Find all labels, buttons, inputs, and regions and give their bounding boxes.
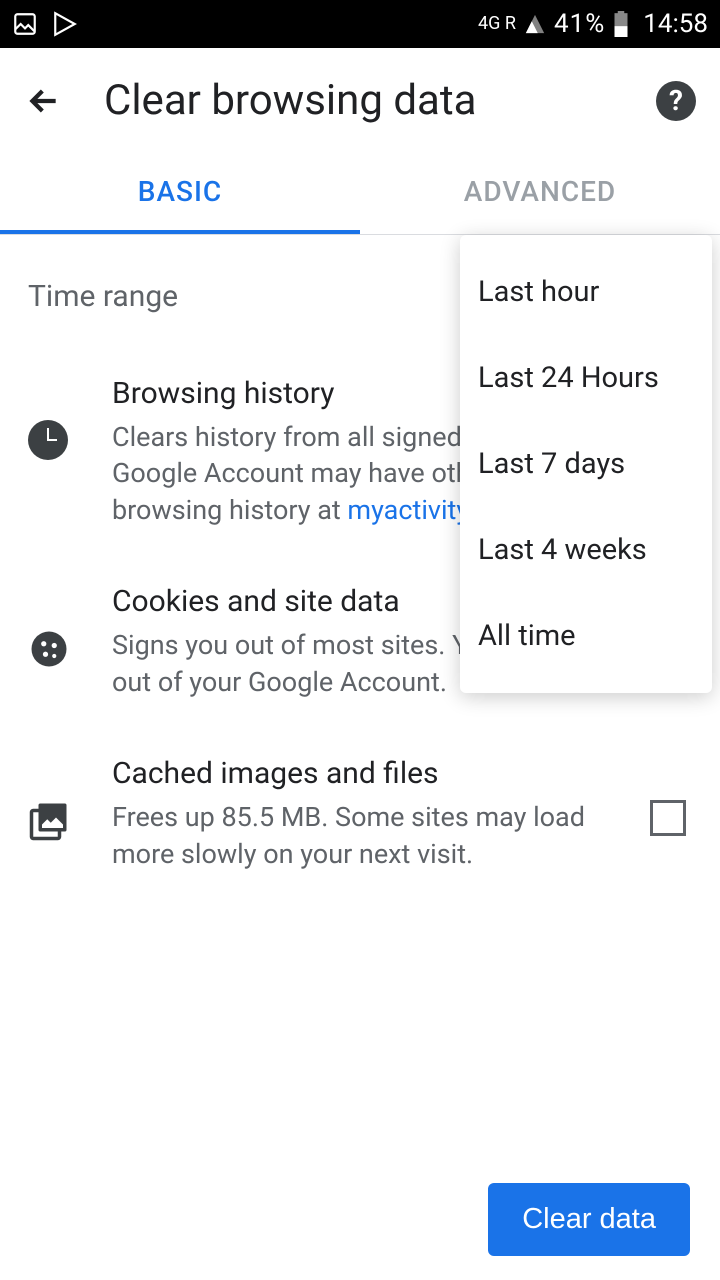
battery-icon — [613, 11, 629, 37]
dropdown-option[interactable]: Last 7 days — [460, 421, 712, 507]
tab-bar: BASIC ADVANCED — [0, 153, 720, 235]
content-area: Time range Browsing history Clears histo… — [0, 235, 720, 872]
gallery-icon — [12, 11, 38, 37]
footer: Clear data — [488, 1183, 690, 1256]
dropdown-option[interactable]: Last hour — [460, 249, 712, 335]
battery-percentage: 41% — [554, 9, 605, 39]
tab-advanced[interactable]: ADVANCED — [360, 153, 720, 234]
clear-data-button[interactable]: Clear data — [488, 1183, 690, 1256]
history-icon — [28, 420, 72, 464]
dropdown-option[interactable]: Last 4 weeks — [460, 507, 712, 593]
back-arrow-icon[interactable] — [24, 81, 64, 121]
signal-icon — [524, 13, 546, 35]
time-range-dropdown: Last hour Last 24 Hours Last 7 days Last… — [460, 235, 712, 693]
network-type: 4G R — [478, 15, 516, 33]
dropdown-option[interactable]: All time — [460, 593, 712, 679]
dropdown-option[interactable]: Last 24 Hours — [460, 335, 712, 421]
cookie-icon — [28, 628, 72, 672]
help-icon[interactable]: ? — [656, 81, 696, 121]
item-description: Frees up 85.5 MB. Some sites may load mo… — [112, 799, 610, 872]
image-stack-icon — [28, 800, 72, 844]
tab-basic[interactable]: BASIC — [0, 153, 360, 234]
play-store-icon — [52, 11, 78, 37]
status-bar: 4G R 41% 14:58 — [0, 0, 720, 48]
item-cached[interactable]: Cached images and files Frees up 85.5 MB… — [28, 748, 692, 872]
app-header: Clear browsing data ? — [0, 48, 720, 153]
item-title: Cached images and files — [112, 756, 610, 791]
cache-checkbox[interactable] — [650, 800, 686, 836]
page-title: Clear browsing data — [104, 76, 616, 125]
clock-time: 14:58 — [643, 9, 708, 39]
